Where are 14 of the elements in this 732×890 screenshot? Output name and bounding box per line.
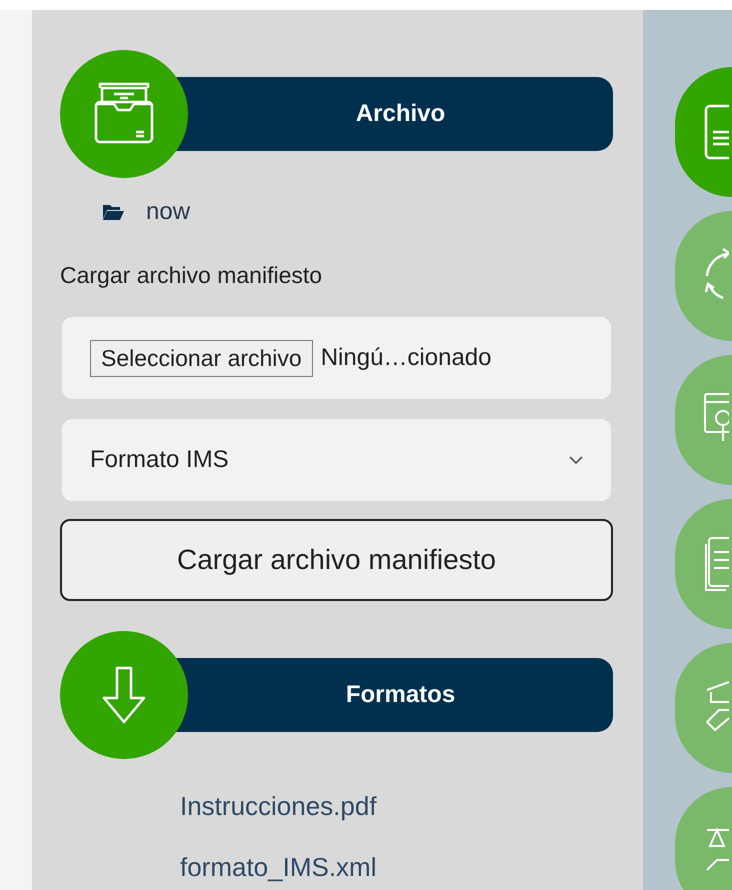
choose-file-button[interactable]: Seleccionar archivo xyxy=(90,340,313,376)
file-link[interactable]: Instrucciones.pdf xyxy=(180,791,377,822)
file-input[interactable]: Seleccionar archivo Ningú…cionado xyxy=(62,317,611,399)
folder-name: now xyxy=(146,198,190,226)
chevron-down-icon xyxy=(569,456,583,464)
format-dropdown[interactable]: Formato IMS xyxy=(62,419,611,501)
document-icon xyxy=(703,102,729,162)
file-status: Ningú…cionado xyxy=(320,344,492,372)
nav-button[interactable] xyxy=(675,787,732,890)
file-link[interactable]: formato_IMS.xml xyxy=(180,852,376,883)
upload-label: Cargar archivo manifiesto xyxy=(60,262,324,289)
notes-icon xyxy=(703,534,729,594)
folder-icon xyxy=(102,203,124,221)
upload-button[interactable]: Cargar archivo manifiesto xyxy=(60,519,613,601)
